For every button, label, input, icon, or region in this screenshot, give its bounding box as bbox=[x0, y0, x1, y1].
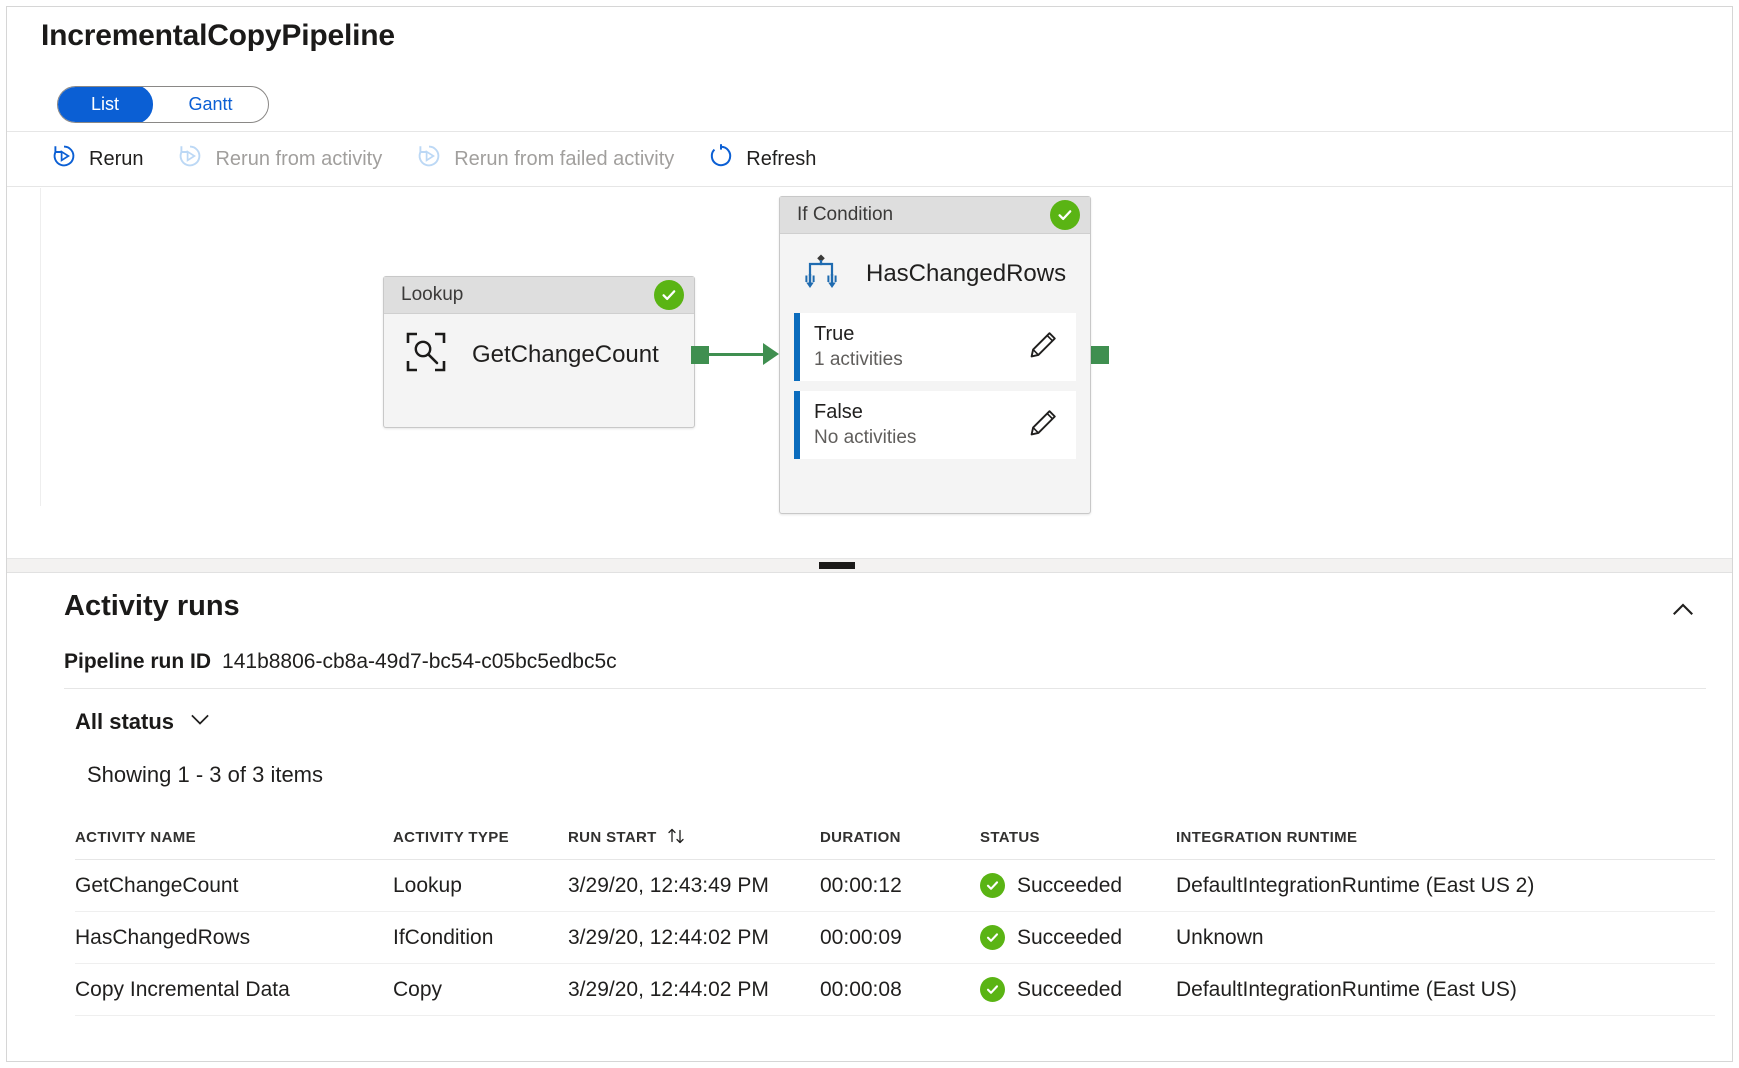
pipeline-run-id-value: 141b8806-cb8a-49d7-bc54-c05bc5edbc5c bbox=[222, 650, 617, 674]
if-branch-false-title: False bbox=[814, 401, 916, 424]
if-branch-true[interactable]: True 1 activities bbox=[794, 313, 1076, 381]
activity-node-if-condition[interactable]: If Condition bbox=[779, 196, 1091, 514]
rerun-from-activity-button[interactable]: Rerun from activity bbox=[177, 143, 382, 175]
cell-duration: 00:00:12 bbox=[820, 874, 980, 898]
column-header-run-start-label: RUN START bbox=[568, 829, 657, 846]
if-condition-branch-icon bbox=[798, 248, 844, 299]
showing-items-text: Showing 1 - 3 of 3 items bbox=[87, 762, 323, 788]
cell-integration-runtime: Unknown bbox=[1176, 926, 1715, 950]
cell-activity-name: Copy Incremental Data bbox=[75, 978, 393, 1002]
activity-runs-title: Activity runs bbox=[64, 590, 240, 623]
status-filter-dropdown[interactable]: All status bbox=[75, 707, 212, 736]
canvas-horizontal-scrollbar[interactable] bbox=[7, 558, 1732, 572]
connector-arrow bbox=[763, 343, 779, 365]
cell-duration: 00:00:08 bbox=[820, 978, 980, 1002]
status-succeeded-icon bbox=[980, 925, 1005, 950]
if-branch-false-texts: False No activities bbox=[814, 401, 916, 449]
pipeline-diagram-canvas[interactable]: Lookup bbox=[7, 188, 1732, 558]
canvas-scrollbar-thumb[interactable] bbox=[819, 562, 855, 569]
lookup-node-header: Lookup bbox=[384, 277, 694, 314]
if-condition-node-header: If Condition bbox=[780, 197, 1090, 234]
rerun-from-activity-label: Rerun from activity bbox=[215, 148, 382, 171]
cell-status: Succeeded bbox=[980, 925, 1176, 950]
rerun-from-failed-activity-button[interactable]: Rerun from failed activity bbox=[416, 143, 674, 175]
cell-activity-type: Lookup bbox=[393, 874, 568, 898]
refresh-button[interactable]: Refresh bbox=[708, 143, 816, 175]
rerun-from-failed-activity-label: Rerun from failed activity bbox=[454, 148, 674, 171]
if-branch-true-texts: True 1 activities bbox=[814, 323, 903, 371]
sort-updown-icon[interactable] bbox=[666, 826, 686, 850]
canvas-edge-divider bbox=[40, 188, 41, 506]
command-bar: Rerun Rerun from activity Rerun from bbox=[7, 131, 1732, 187]
tab-list[interactable]: List bbox=[57, 86, 153, 123]
if-condition-node-type-label: If Condition bbox=[797, 204, 893, 226]
if-branch-true-subtitle: 1 activities bbox=[814, 349, 903, 371]
cell-activity-name: GetChangeCount bbox=[75, 874, 393, 898]
refresh-icon bbox=[708, 143, 734, 175]
cell-status-label: Succeeded bbox=[1017, 926, 1122, 950]
chevron-down-icon bbox=[188, 707, 212, 736]
if-condition-output-port[interactable] bbox=[1091, 346, 1109, 364]
cell-status: Succeeded bbox=[980, 977, 1176, 1002]
rerun-from-activity-icon bbox=[177, 143, 203, 175]
status-succeeded-icon bbox=[980, 977, 1005, 1002]
pipeline-run-id-row: Pipeline run ID 141b8806-cb8a-49d7-bc54-… bbox=[64, 650, 617, 674]
column-header-activity-name[interactable]: ACTIVITY NAME bbox=[75, 829, 393, 846]
tab-gantt[interactable]: Gantt bbox=[153, 86, 268, 123]
column-header-duration[interactable]: DURATION bbox=[820, 829, 980, 846]
activity-node-lookup[interactable]: Lookup bbox=[383, 276, 695, 428]
if-branch-false[interactable]: False No activities bbox=[794, 391, 1076, 459]
if-condition-node-body: HasChangedRows bbox=[780, 234, 1090, 313]
status-filter-label: All status bbox=[75, 709, 174, 735]
view-mode-toggle[interactable]: List Gantt bbox=[57, 86, 269, 123]
lookup-activity-name: GetChangeCount bbox=[472, 341, 659, 369]
cell-status-label: Succeeded bbox=[1017, 978, 1122, 1002]
if-condition-activity-name: HasChangedRows bbox=[866, 260, 1066, 288]
activity-runs-panel: Activity runs Pipeline run ID 141b8806-c… bbox=[7, 572, 1732, 1062]
lookup-node-type-label: Lookup bbox=[401, 284, 463, 306]
cell-integration-runtime: DefaultIntegrationRuntime (East US 2) bbox=[1176, 874, 1715, 898]
if-condition-status-badge bbox=[1050, 200, 1080, 230]
lookup-magnifier-icon bbox=[402, 328, 450, 381]
status-succeeded-icon bbox=[980, 873, 1005, 898]
cell-activity-type: IfCondition bbox=[393, 926, 568, 950]
rerun-button[interactable]: Rerun bbox=[51, 143, 143, 175]
cell-run-start: 3/29/20, 12:44:02 PM bbox=[568, 978, 820, 1002]
cell-run-start: 3/29/20, 12:44:02 PM bbox=[568, 926, 820, 950]
table-header-row: ACTIVITY NAME ACTIVITY TYPE RUN START DU… bbox=[75, 816, 1715, 860]
table-row[interactable]: Copy Incremental Data Copy 3/29/20, 12:4… bbox=[75, 964, 1715, 1016]
cell-activity-name: HasChangedRows bbox=[75, 926, 393, 950]
cell-status-label: Succeeded bbox=[1017, 874, 1122, 898]
refresh-label: Refresh bbox=[746, 148, 816, 171]
if-branch-true-pencil-icon[interactable] bbox=[1026, 328, 1060, 367]
rerun-from-failed-activity-icon bbox=[416, 143, 442, 175]
activity-runs-table: ACTIVITY NAME ACTIVITY TYPE RUN START DU… bbox=[75, 816, 1715, 1016]
column-header-activity-type[interactable]: ACTIVITY TYPE bbox=[393, 829, 568, 846]
cell-status: Succeeded bbox=[980, 873, 1176, 898]
if-branch-false-subtitle: No activities bbox=[814, 427, 916, 449]
cell-activity-type: Copy bbox=[393, 978, 568, 1002]
table-row[interactable]: GetChangeCount Lookup 3/29/20, 12:43:49 … bbox=[75, 860, 1715, 912]
cell-run-start: 3/29/20, 12:43:49 PM bbox=[568, 874, 820, 898]
rerun-icon bbox=[51, 143, 77, 175]
column-header-run-start[interactable]: RUN START bbox=[568, 826, 820, 850]
cell-integration-runtime: DefaultIntegrationRuntime (East US) bbox=[1176, 978, 1715, 1002]
page-title: IncrementalCopyPipeline bbox=[41, 19, 395, 53]
column-header-integration-runtime[interactable]: INTEGRATION RUNTIME bbox=[1176, 829, 1715, 846]
column-header-status[interactable]: STATUS bbox=[980, 829, 1176, 846]
rerun-label: Rerun bbox=[89, 148, 143, 171]
if-branch-false-pencil-icon[interactable] bbox=[1026, 406, 1060, 445]
table-row[interactable]: HasChangedRows IfCondition 3/29/20, 12:4… bbox=[75, 912, 1715, 964]
pipeline-run-id-label: Pipeline run ID bbox=[64, 650, 211, 674]
cell-duration: 00:00:09 bbox=[820, 926, 980, 950]
collapse-panel-button[interactable] bbox=[1666, 595, 1700, 629]
filter-divider bbox=[64, 688, 1706, 689]
lookup-node-body: GetChangeCount bbox=[384, 314, 694, 395]
chevron-up-icon bbox=[1669, 596, 1697, 629]
lookup-status-badge bbox=[654, 280, 684, 310]
lookup-output-port[interactable] bbox=[691, 346, 709, 364]
if-branch-true-title: True bbox=[814, 323, 903, 346]
connector-line bbox=[709, 353, 765, 356]
pipeline-monitor-window: IncrementalCopyPipeline List Gantt Rerun bbox=[6, 6, 1733, 1062]
